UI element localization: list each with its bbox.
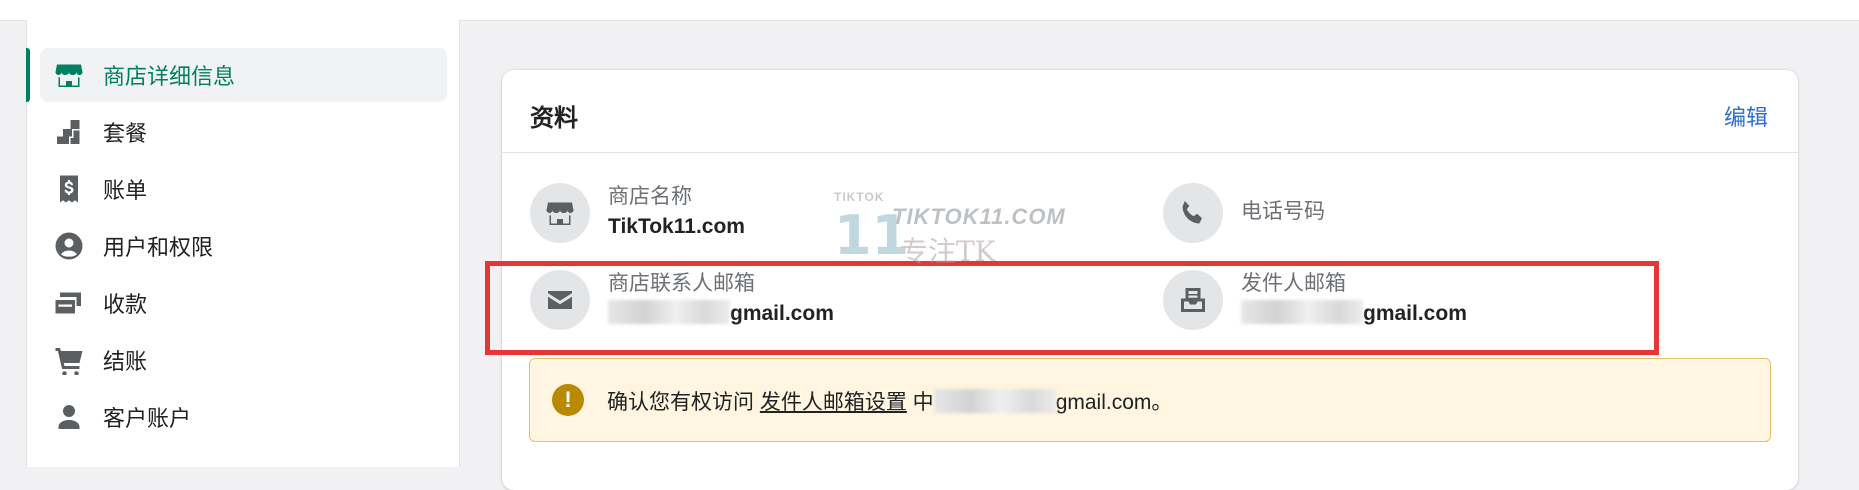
store-icon [52, 58, 86, 92]
card-header: 资料 编辑 [502, 70, 1798, 153]
edit-link[interactable]: 编辑 [1724, 100, 1768, 132]
top-bar [0, 0, 1859, 21]
sidebar-item-checkout[interactable]: 结账 [40, 333, 447, 387]
user-circle-icon [52, 229, 86, 263]
watermark-logo: TIKTOK 11 TIKTOK11.COM 专注TK [834, 190, 1066, 268]
sidebar-item-label: 账单 [103, 178, 148, 203]
sidebar-item-label: 用户和权限 [103, 235, 214, 260]
store-icon [530, 183, 590, 243]
card-title: 资料 [530, 105, 578, 132]
sidebar-item-label: 结账 [103, 349, 148, 374]
store-name-label: 商店名称 [608, 185, 692, 208]
sidebar-item-label: 套餐 [103, 121, 148, 146]
phone-icon [1163, 183, 1223, 243]
banner-message: 确认您有权访问 发件人邮箱设置 中 gmail.com。 [607, 389, 1173, 414]
phone-field: 电话号码 [1163, 183, 1325, 243]
store-name-value: TikTok11.com [608, 215, 745, 238]
sidebar-item-label: 客户账户 [103, 406, 192, 431]
redacted-email-blur [933, 389, 1056, 413]
highlight-annotation-box [485, 261, 1659, 355]
receipt-icon [52, 172, 86, 206]
sidebar-item-billing[interactable]: 账单 [40, 162, 447, 216]
sidebar-item-customer-accounts[interactable]: 客户账户 [40, 390, 447, 444]
alert-icon: ! [552, 384, 584, 416]
person-icon [52, 400, 86, 434]
store-name-field: 商店名称 TikTok11.com [530, 183, 745, 243]
sidebar-item-plan[interactable]: 套餐 [40, 105, 447, 159]
sidebar-nav-list: 商店详细信息 套餐 账单 用户和权限 收款 结账 客户账户 [26, 48, 459, 447]
sender-email-settings-link[interactable]: 发件人邮箱设置 [760, 391, 907, 414]
plan-icon [52, 115, 86, 149]
sidebar-item-payments[interactable]: 收款 [40, 276, 447, 330]
cart-icon [52, 343, 86, 377]
sidebar-item-users[interactable]: 用户和权限 [40, 219, 447, 273]
phone-label: 电话号码 [1241, 200, 1325, 223]
payment-icon [52, 286, 86, 320]
sender-email-warning-banner: ! 确认您有权访问 发件人邮箱设置 中 gmail.com。 [529, 358, 1771, 442]
sidebar-item-store-details[interactable]: 商店详细信息 [26, 48, 447, 102]
sidebar-item-label: 商店详细信息 [103, 64, 236, 89]
settings-sidebar: 商店详细信息 套餐 账单 用户和权限 收款 结账 客户账户 [26, 20, 460, 467]
sidebar-item-label: 收款 [103, 292, 148, 317]
